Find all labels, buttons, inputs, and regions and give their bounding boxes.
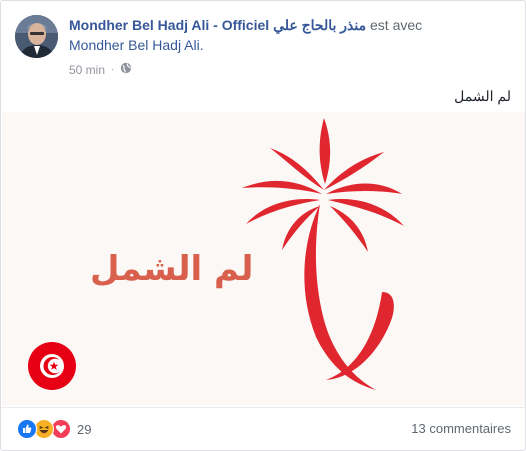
post-image[interactable]: لم الشمل — [2, 112, 525, 406]
globe-icon[interactable] — [120, 62, 132, 77]
post-title-line: Mondher Bel Hadj Ali - Officiel منذر بال… — [69, 15, 509, 55]
avatar[interactable] — [15, 15, 58, 58]
avatar-image — [15, 15, 58, 58]
palm-tree-icon — [242, 118, 404, 390]
with-text: est avec — [370, 17, 423, 33]
post-card: Mondher Bel Hadj Ali - Officiel منذر بال… — [0, 0, 526, 451]
comments-count-link[interactable]: 13 commentaires — [411, 421, 511, 436]
image-slogan: لم الشمل — [90, 249, 254, 289]
tunisia-flag-icon — [28, 342, 76, 390]
reaction-count: 29 — [77, 421, 92, 437]
post-header: Mondher Bel Hadj Ali - Officiel منذر بال… — [1, 1, 525, 111]
tagged-user-link[interactable]: Mondher Bel Hadj Ali. — [69, 37, 204, 53]
post-meta: 50 min · — [69, 62, 132, 77]
haha-icon — [34, 419, 54, 439]
like-icon — [17, 419, 37, 439]
timestamp-link[interactable]: 50 min — [69, 63, 105, 77]
post-text: لم الشمل — [454, 88, 511, 104]
love-icon — [51, 419, 71, 439]
reactions-summary[interactable]: 29 — [17, 419, 91, 439]
page-name-link[interactable]: Mondher Bel Hadj Ali - Officiel — [69, 17, 269, 33]
page-name-arabic-link[interactable]: منذر بالحاج علي — [273, 17, 366, 33]
post-footer: 29 13 commentaires — [1, 407, 525, 450]
meta-separator: · — [111, 63, 115, 75]
